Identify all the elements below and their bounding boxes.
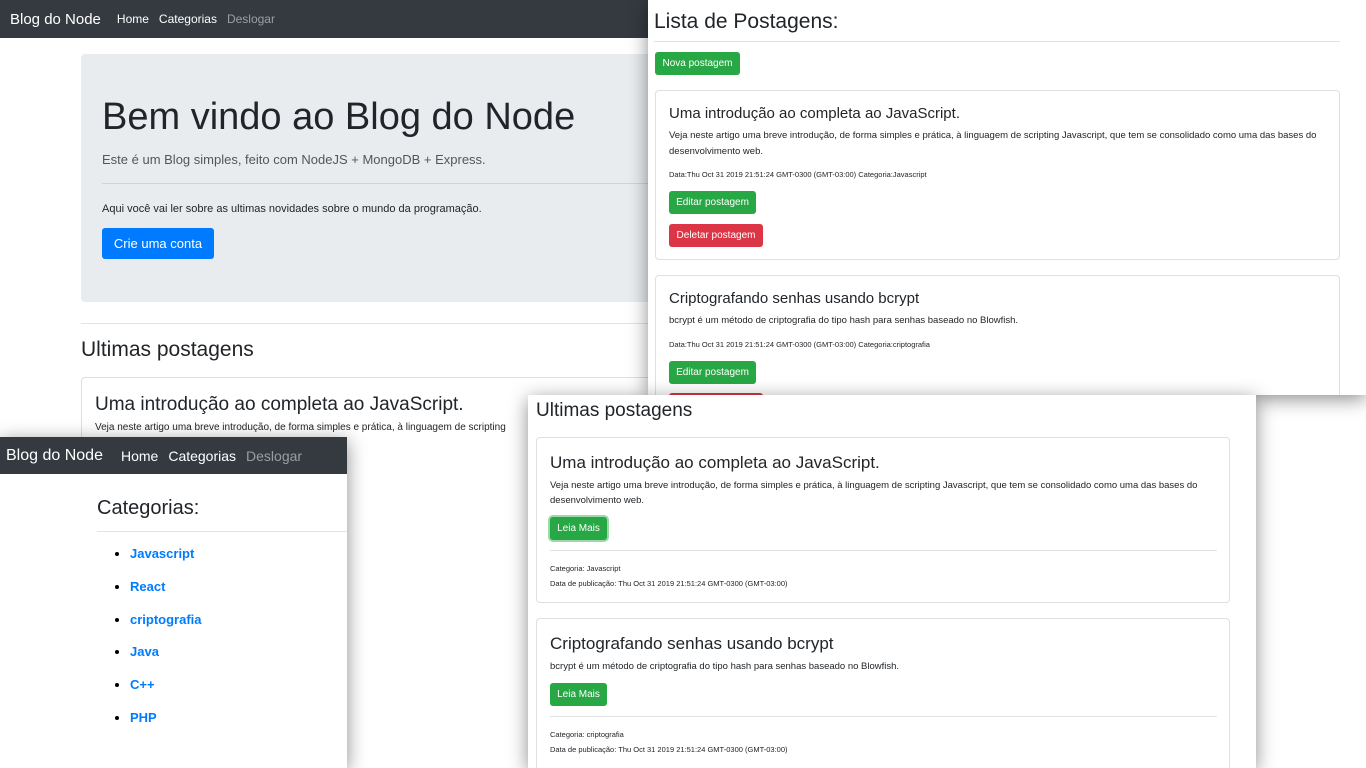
divider: [81, 323, 681, 324]
post-title: Uma introdução ao completa ao JavaScript…: [669, 105, 960, 122]
admin-post-card: Criptografando senhas usando bcrypt bcry…: [655, 275, 1340, 395]
nav-link-categorias[interactable]: Categorias: [168, 448, 236, 464]
post-category: Categoria: criptografia: [550, 730, 624, 739]
post-description: Veja neste artigo uma breve introdução, …: [95, 422, 506, 433]
admin-post-card: Uma introdução ao completa ao JavaScript…: [655, 90, 1340, 260]
divider: [97, 531, 347, 532]
post-title: Uma introdução ao completa ao JavaScript…: [95, 394, 464, 415]
delete-post-button[interactable]: Deletar postagem: [669, 224, 763, 247]
post-meta: Data:Thu Oct 31 2019 21:51:24 GMT-0300 (…: [669, 340, 930, 349]
divider: [654, 41, 1340, 42]
new-post-button[interactable]: Nova postagem: [655, 52, 740, 75]
category-list: Javascript React criptografia Java C++ P…: [130, 546, 202, 743]
jumbotron-text: Aqui você vai ler sobre as ultimas novid…: [102, 203, 482, 215]
read-more-button[interactable]: Leia Mais: [550, 517, 607, 540]
divider: [550, 716, 1217, 717]
post-title: Criptografando senhas usando bcrypt: [550, 634, 834, 653]
edit-post-button[interactable]: Editar postagem: [669, 361, 756, 384]
nav-link-deslogar[interactable]: Deslogar: [227, 12, 275, 26]
jumbotron-title: Bem vindo ao Blog do Node: [102, 96, 576, 138]
nav-link-home[interactable]: Home: [121, 448, 158, 464]
post-date: Data de publicação: Thu Oct 31 2019 21:5…: [550, 579, 788, 588]
latest-posts-heading: Ultimas postagens: [81, 338, 254, 361]
navbar-brand[interactable]: Blog do Node: [10, 11, 101, 28]
nav-link-deslogar[interactable]: Deslogar: [246, 448, 302, 464]
list-item: Javascript: [130, 546, 202, 579]
read-more-button[interactable]: Leia Mais: [550, 683, 607, 706]
nav-link-home[interactable]: Home: [117, 12, 149, 26]
categories-title: Categorias:: [97, 497, 200, 519]
jumbotron-lead: Este é um Blog simples, feito com NodeJS…: [102, 152, 486, 167]
latest-posts-heading: Ultimas postagens: [536, 400, 693, 421]
edit-post-button[interactable]: Editar postagem: [669, 191, 756, 214]
post-description: bcrypt é um método de criptografia do ti…: [669, 315, 1019, 326]
post-title: Uma introdução ao completa ao JavaScript…: [550, 453, 880, 472]
category-link-cpp[interactable]: C++: [130, 677, 155, 692]
divider: [550, 550, 1217, 551]
post-category: Categoria: Javascript: [550, 564, 621, 573]
category-link-criptografia[interactable]: criptografia: [130, 612, 202, 627]
nav-link-categorias[interactable]: Categorias: [159, 12, 217, 26]
create-account-button[interactable]: Crie uma conta: [102, 228, 214, 259]
post-description: Veja neste artigo uma breve introdução, …: [550, 480, 1198, 506]
list-item: PHP: [130, 710, 202, 743]
category-link-javascript[interactable]: Javascript: [130, 546, 194, 561]
category-link-php[interactable]: PHP: [130, 710, 157, 725]
category-link-java[interactable]: Java: [130, 644, 159, 659]
post-card: Uma introdução ao completa ao JavaScript…: [536, 437, 1230, 603]
post-card: Criptografando senhas usando bcrypt bcry…: [536, 618, 1230, 768]
list-item: React: [130, 579, 202, 612]
post-description: bcrypt é um método de criptografia do ti…: [550, 661, 900, 672]
categories-screenshot: Blog do Node Home Categorias Deslogar Ca…: [0, 437, 347, 768]
latest-posts-screenshot: Ultimas postagens Uma introdução ao comp…: [528, 395, 1256, 768]
category-link-react[interactable]: React: [130, 579, 165, 594]
page-title: Lista de Postagens:: [654, 10, 839, 33]
list-item: C++: [130, 677, 202, 710]
list-item: Java: [130, 644, 202, 677]
navbar-brand[interactable]: Blog do Node: [6, 447, 103, 465]
admin-posts-screenshot: Lista de Postagens: Nova postagem Uma in…: [648, 0, 1366, 395]
post-date: Data de publicação: Thu Oct 31 2019 21:5…: [550, 745, 788, 754]
navbar: Blog do Node Home Categorias Deslogar: [0, 437, 347, 474]
post-meta: Data:Thu Oct 31 2019 21:51:24 GMT-0300 (…: [669, 170, 927, 179]
post-title: Criptografando senhas usando bcrypt: [669, 290, 920, 307]
list-item: criptografia: [130, 612, 202, 645]
post-description: Veja neste artigo uma breve introdução, …: [669, 130, 1317, 157]
